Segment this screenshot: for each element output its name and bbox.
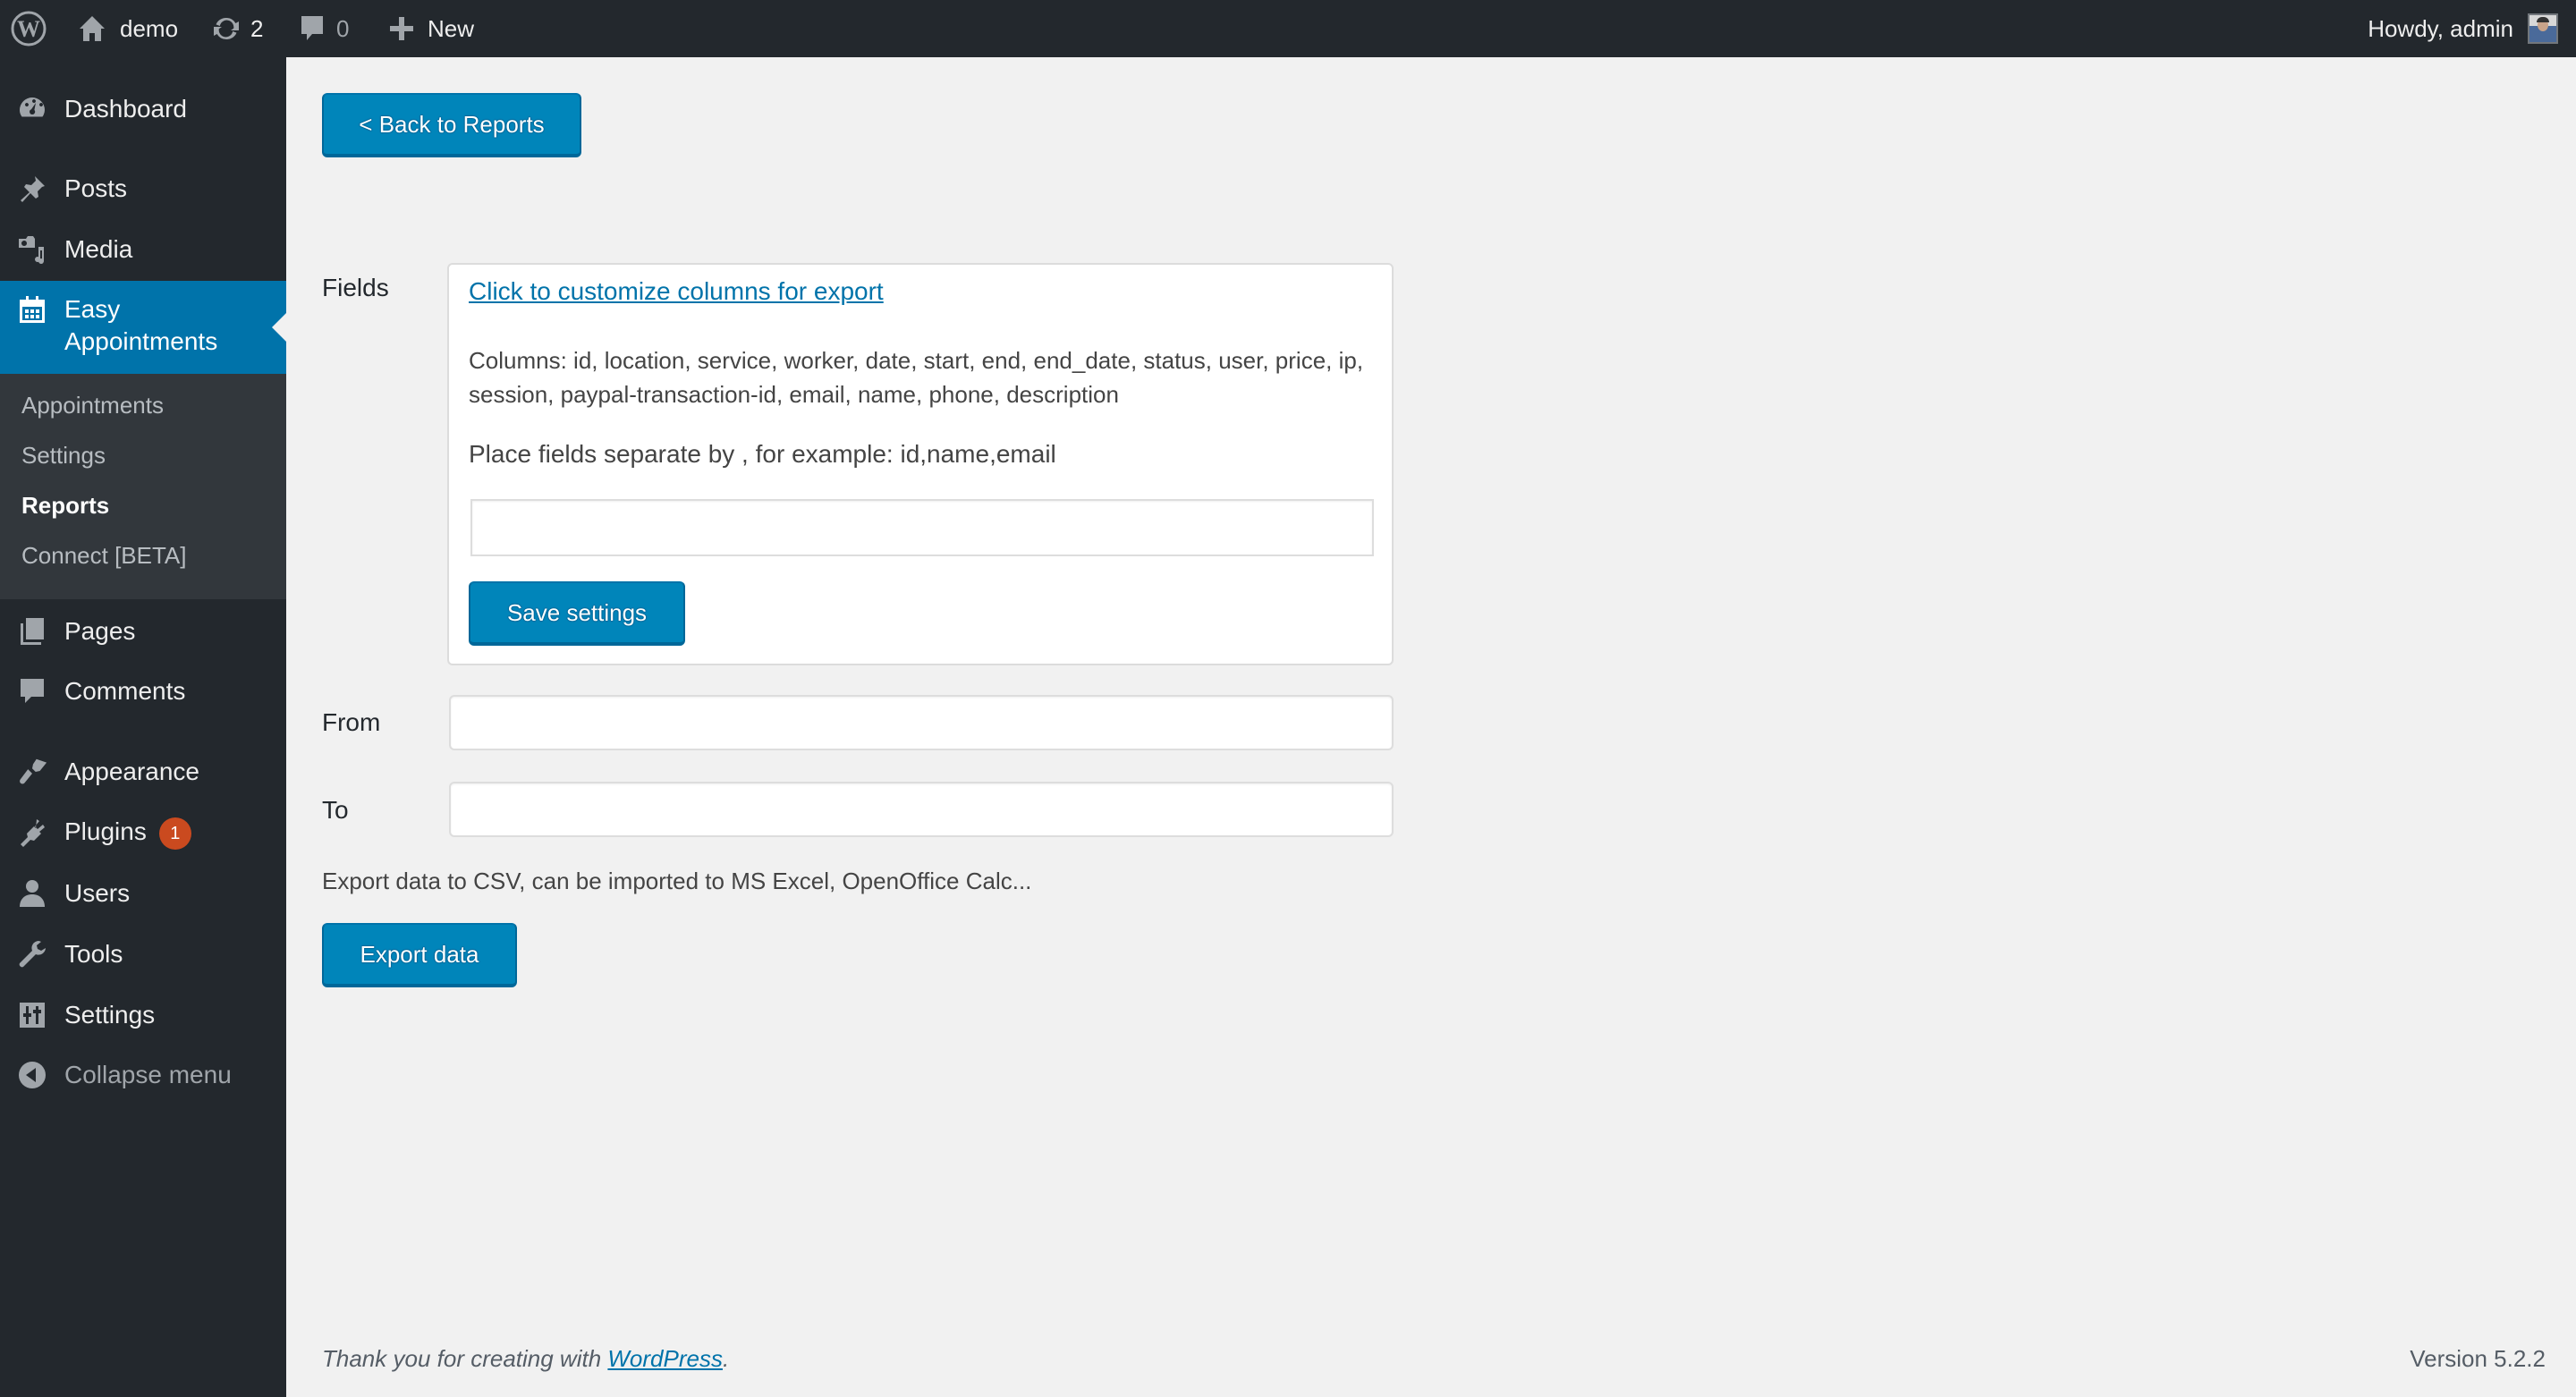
media-icon bbox=[16, 233, 48, 266]
plugins-update-badge: 1 bbox=[158, 817, 191, 850]
menu-media[interactable]: Media bbox=[0, 233, 286, 266]
fields-panel: Click to customize columns for export Co… bbox=[447, 263, 1394, 665]
menu-label: Appearance bbox=[64, 758, 200, 785]
menu-label: Media bbox=[64, 235, 133, 263]
new-label: New bbox=[428, 14, 475, 42]
site-name-link[interactable]: demo bbox=[77, 0, 178, 57]
home-icon bbox=[80, 16, 105, 41]
menu-users[interactable]: Users bbox=[0, 877, 286, 910]
updates-count: 2 bbox=[250, 14, 264, 42]
footer-version: Version 5.2.2 bbox=[2410, 1345, 2546, 1372]
admin-sidebar: Dashboard Posts Media Easy Appointments … bbox=[0, 57, 286, 1397]
paintbrush-icon bbox=[16, 756, 48, 788]
my-account-menu[interactable]: Howdy, admin bbox=[2368, 0, 2558, 57]
user-icon bbox=[16, 877, 48, 910]
plus-icon bbox=[390, 17, 413, 40]
export-data-button[interactable]: Export data bbox=[322, 923, 517, 987]
dashboard-icon bbox=[16, 93, 48, 125]
wp-logo-menu[interactable]: W bbox=[11, 0, 47, 57]
from-date-input[interactable] bbox=[449, 695, 1394, 750]
menu-label: Posts bbox=[64, 174, 128, 202]
export-description: Export data to CSV, can be imported to M… bbox=[322, 868, 1032, 894]
fields-input[interactable] bbox=[470, 499, 1374, 556]
menu-label-line2: Appointments bbox=[64, 327, 218, 355]
menu-label: Pages bbox=[64, 617, 136, 645]
howdy-text: Howdy, admin bbox=[2368, 14, 2513, 42]
comment-icon bbox=[16, 675, 48, 707]
menu-settings[interactable]: Settings bbox=[0, 999, 286, 1031]
customize-columns-link[interactable]: Click to customize columns for export bbox=[469, 277, 884, 306]
plugin-icon bbox=[16, 817, 48, 849]
footer-thanks-text: Thank you for creating with bbox=[322, 1345, 608, 1372]
submenu-appointments[interactable]: Appointments bbox=[21, 392, 164, 419]
menu-pages[interactable]: Pages bbox=[0, 615, 286, 648]
footer-thanks: Thank you for creating with WordPress. bbox=[322, 1345, 729, 1373]
submenu-connect[interactable]: Connect [BETA] bbox=[21, 542, 187, 570]
footer-thanks-period: . bbox=[722, 1345, 730, 1372]
comments-link[interactable]: 0 bbox=[299, 0, 349, 57]
to-date-input[interactable] bbox=[449, 782, 1394, 837]
menu-label: Settings bbox=[64, 1001, 156, 1029]
wordpress-link[interactable]: WordPress bbox=[607, 1345, 723, 1372]
menu-label: Collapse menu bbox=[64, 1061, 232, 1088]
menu-dashboard[interactable]: Dashboard bbox=[0, 93, 286, 125]
admin-bar: W demo 2 0 New Howdy, admin bbox=[0, 0, 2576, 57]
updates-icon bbox=[214, 17, 239, 40]
svg-text:W: W bbox=[17, 16, 40, 42]
collapse-menu-button[interactable]: Collapse menu bbox=[0, 1059, 286, 1091]
menu-label: Users bbox=[64, 879, 131, 907]
avatar bbox=[2528, 13, 2558, 44]
menu-label: Tools bbox=[64, 940, 123, 968]
menu-tools[interactable]: Tools bbox=[0, 938, 286, 970]
menu-label: Plugins 1 bbox=[64, 816, 191, 850]
fields-instructions: Place fields separate by , for example: … bbox=[469, 440, 1056, 468]
to-label: To bbox=[322, 796, 349, 824]
calendar-icon bbox=[16, 293, 48, 326]
save-settings-button[interactable]: Save settings bbox=[469, 581, 685, 646]
menu-label-text: Plugins bbox=[64, 817, 147, 846]
menu-posts[interactable]: Posts bbox=[0, 173, 286, 205]
comments-count: 0 bbox=[336, 14, 350, 42]
collapse-icon bbox=[16, 1059, 48, 1091]
submenu-settings[interactable]: Settings bbox=[21, 442, 106, 470]
easy-appointments-submenu: Appointments Settings Reports Connect [B… bbox=[0, 374, 286, 599]
submenu-reports[interactable]: Reports bbox=[21, 492, 109, 520]
menu-label: Easy Appointments bbox=[64, 293, 217, 358]
from-label: From bbox=[322, 708, 381, 736]
wrench-icon bbox=[16, 938, 48, 970]
settings-icon bbox=[16, 999, 48, 1031]
wordpress-logo-icon: W bbox=[11, 11, 47, 47]
menu-appearance[interactable]: Appearance bbox=[0, 756, 286, 788]
fields-label: Fields bbox=[322, 274, 389, 301]
new-content-link[interactable]: New bbox=[388, 0, 474, 57]
site-name: demo bbox=[120, 14, 179, 42]
menu-label: Comments bbox=[64, 677, 186, 705]
pin-icon bbox=[16, 173, 48, 205]
comment-icon bbox=[301, 16, 323, 40]
updates-link[interactable]: 2 bbox=[211, 0, 263, 57]
menu-label-line1: Easy bbox=[64, 295, 121, 323]
back-to-reports-button[interactable]: < Back to Reports bbox=[322, 93, 581, 157]
menu-plugins[interactable]: Plugins 1 bbox=[0, 816, 286, 850]
menu-comments[interactable]: Comments bbox=[0, 675, 286, 707]
menu-easy-appointments[interactable]: Easy Appointments bbox=[0, 281, 286, 374]
menu-label: Dashboard bbox=[64, 95, 187, 123]
columns-list: Columns: id, location, service, worker, … bbox=[469, 347, 1364, 408]
pages-icon bbox=[16, 615, 48, 648]
